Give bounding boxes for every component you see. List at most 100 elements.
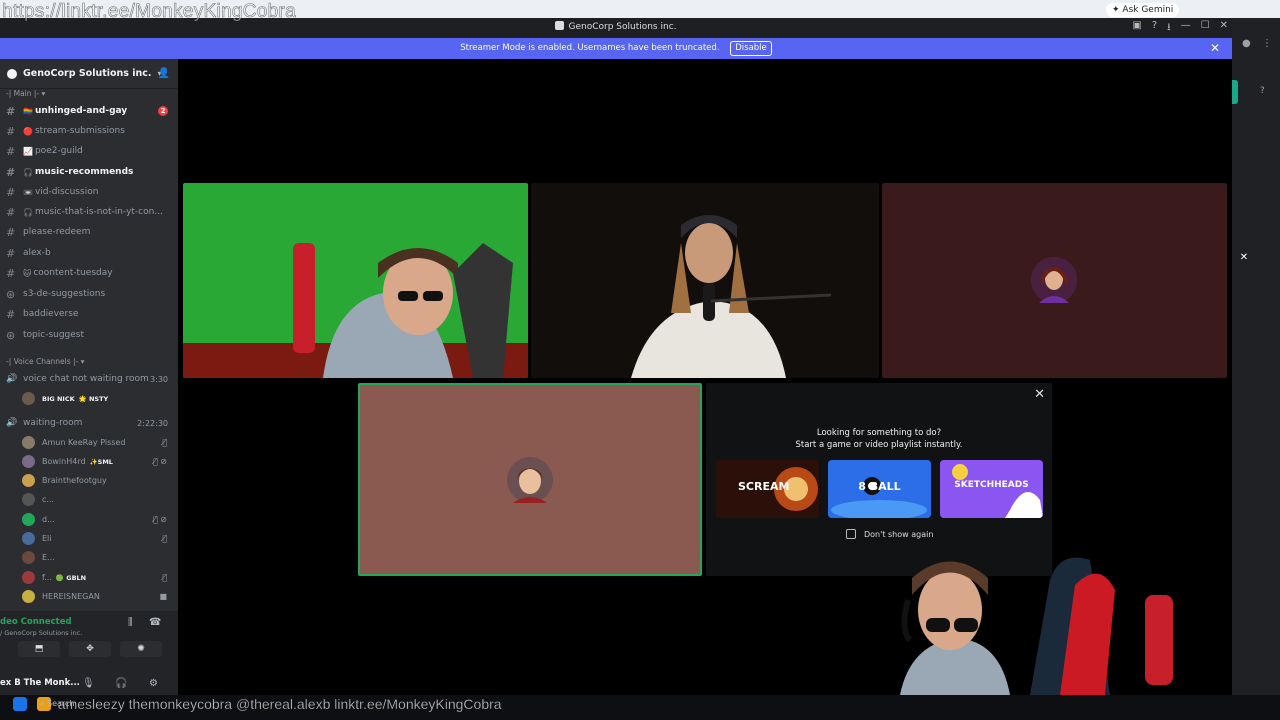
discord-window-icon xyxy=(555,21,565,30)
voice-channel-not-waiting-room[interactable]: 🔊 voice chat not waiting room 3:30 xyxy=(6,370,172,388)
channel-emoji: 📈 xyxy=(23,146,33,156)
video-tile-avatar[interactable] xyxy=(882,183,1227,378)
channel-please-redeem[interactable]: # please-redeem xyxy=(6,223,172,241)
voice-member[interactable]: Brainthefootguy xyxy=(22,471,172,490)
help-icon[interactable]: ? xyxy=(1152,20,1157,37)
member-name: HEREISNEGAN xyxy=(42,592,100,601)
channel-name: vid-discussion xyxy=(34,187,99,197)
speaker-icon: 🔊 xyxy=(6,374,18,384)
channel-unhinged-and-gay[interactable]: # 🏳️‍🌈 unhinged-and-gay 2 xyxy=(6,102,172,120)
ask-gemini-button[interactable]: ✦ Ask Gemini xyxy=(1106,3,1180,17)
signal-icon[interactable]: ⫼ xyxy=(128,617,133,628)
more-options-icon[interactable]: ⋮ xyxy=(1262,38,1272,49)
close-banner-icon[interactable]: ✕ xyxy=(1210,38,1220,59)
camera-icon: ■ xyxy=(159,592,167,601)
search-icon: ⌕ xyxy=(40,699,48,708)
help-icon[interactable]: ? xyxy=(1260,86,1265,96)
game-title: 8 BALL xyxy=(858,480,901,493)
screen-share-button[interactable]: ⬒ xyxy=(18,641,60,657)
avatar xyxy=(22,551,35,564)
channel-music-recommends[interactable]: # 🎧 music-recommends xyxy=(6,163,172,181)
close-icon[interactable]: ✕ xyxy=(1034,387,1045,402)
channel-emoji: 📼 xyxy=(23,187,33,197)
soundboard-button[interactable]: ✺ xyxy=(120,641,162,657)
dont-show-again-label: Don't show again xyxy=(864,529,934,539)
category-voice[interactable]: -| Voice Channels |- ▾ xyxy=(6,357,84,366)
channel-music-not-in-yt[interactable]: # 🎧 music-that-is-not-in-yt-con... xyxy=(6,203,172,221)
hash-icon: # xyxy=(6,124,16,138)
avatar xyxy=(22,532,35,545)
avatar-image xyxy=(507,457,553,503)
server-name: GenoCorp Solutions inc. xyxy=(23,68,152,79)
disconnect-icon[interactable]: ☎ xyxy=(149,617,161,628)
voice-member[interactable]: BowinH4rd ✨SML 🎙̸ ⊘ xyxy=(22,452,172,471)
voice-member[interactable]: d... 🎙̸ ⊘ xyxy=(22,510,172,529)
headphones-icon[interactable]: 🎧 xyxy=(115,678,127,689)
voice-channel-name: waiting-room xyxy=(23,418,83,428)
member-name: E... xyxy=(42,553,55,562)
checkbox-box[interactable] xyxy=(846,529,856,539)
channel-name: s3-de-suggestions xyxy=(23,289,106,299)
activities-button[interactable]: ✥ xyxy=(69,641,111,657)
channel-coontent-tuesday[interactable]: # 🐱 coontent-tuesday xyxy=(6,264,172,282)
minimize-icon[interactable]: — xyxy=(1181,20,1191,37)
avatar xyxy=(22,493,35,506)
voice-member[interactable]: Amun KeeRay Pissed 🎙̸ xyxy=(22,433,172,452)
channel-name: coontent-tuesday xyxy=(33,268,113,278)
channel-vid-discussion[interactable]: # 📼 vid-discussion xyxy=(6,183,172,201)
hash-icon: # xyxy=(6,144,16,158)
maximize-icon[interactable]: ☐ xyxy=(1201,20,1210,37)
voice-channel-waiting-room[interactable]: 🔊 waiting-room 2:22:30 xyxy=(6,414,172,432)
avatar[interactable]: ● xyxy=(1242,38,1251,49)
disable-streamer-mode-button[interactable]: Disable xyxy=(730,41,772,56)
video-tile-streamer[interactable] xyxy=(183,183,528,378)
voice-member[interactable]: HEREISNEGAN ■ xyxy=(22,587,172,606)
avatar xyxy=(22,436,35,449)
current-username: ex B The Monk... xyxy=(0,678,80,688)
voice-member[interactable]: BIG NICK 🌟 NSTY xyxy=(22,389,172,408)
streamer-mode-banner: Streamer Mode is enabled. Usernames have… xyxy=(0,38,1232,59)
avatar xyxy=(22,571,35,584)
channel-name: poe2-guild xyxy=(34,146,83,156)
voice-timer: 3:30 xyxy=(150,374,168,384)
voice-member[interactable]: E... xyxy=(22,548,172,567)
video-tile-guest[interactable] xyxy=(531,183,879,378)
channel-stream-submissions[interactable]: # 🔴 stream-submissions xyxy=(6,122,172,140)
invite-people-icon[interactable]: 👤 xyxy=(158,68,170,79)
inbox-icon[interactable]: ▣ xyxy=(1132,20,1141,37)
close-icon[interactable]: ✕ xyxy=(1238,252,1250,264)
video-tile-speaking[interactable] xyxy=(358,383,702,576)
hash-icon: # xyxy=(6,104,16,118)
close-window-icon[interactable]: ✕ xyxy=(1220,20,1228,37)
voice-member[interactable]: c... xyxy=(22,490,172,509)
hash-icon: # xyxy=(6,266,16,280)
download-icon[interactable]: ⭳ xyxy=(1167,20,1171,37)
stream-overlay-link: https://linktr.ee/MonkeyKingCobra xyxy=(2,1,296,23)
member-tag: 🟢 GBLN xyxy=(55,573,87,582)
server-header[interactable]: GenoCorp Solutions inc. ▾ 👤 xyxy=(0,59,178,89)
channel-s3-de-suggestions[interactable]: ⊛ s3-de-suggestions xyxy=(6,285,172,303)
channel-emoji: 🎧 xyxy=(23,207,33,217)
game-card-scream[interactable]: SCREAM xyxy=(716,460,819,518)
game-card-8-ball[interactable]: 8 BALL xyxy=(828,460,931,518)
channel-poe2-guild[interactable]: # 📈 poe2-guild xyxy=(6,142,172,160)
voice-member[interactable]: f... 🟢 GBLN 🎙̸ xyxy=(22,568,172,587)
avatar xyxy=(22,392,35,405)
voice-member[interactable]: Eli 🎙̸ xyxy=(22,529,172,548)
category-main-label: -| Main |- xyxy=(6,89,40,98)
member-name: d... xyxy=(42,515,55,524)
game-card-sketchheads[interactable]: SKETCHHEADS xyxy=(940,460,1043,518)
settings-gear-icon[interactable]: ⚙ xyxy=(149,678,158,689)
microphone-icon[interactable]: 🎙 xyxy=(82,678,95,689)
channel-topic-suggest[interactable]: ⊛ topic-suggest xyxy=(6,326,172,344)
avatar xyxy=(22,474,35,487)
window-title-text: GenoCorp Solutions inc. xyxy=(568,22,677,32)
category-main[interactable]: -| Main |- ▾ xyxy=(6,89,45,98)
channel-baddieverse[interactable]: # baddieverse xyxy=(6,305,172,323)
voice-connection-panel: deo Connected / GenoCorp Solutions inc. … xyxy=(0,611,178,695)
category-voice-label: -| Voice Channels |- xyxy=(6,357,79,366)
channel-alex-b[interactable]: # alex-b xyxy=(6,244,172,262)
dont-show-again-checkbox[interactable]: Don't show again xyxy=(846,529,933,539)
unread-badge: 2 xyxy=(158,106,168,116)
taskbar-search[interactable]: ⌕ Search xyxy=(40,699,75,709)
